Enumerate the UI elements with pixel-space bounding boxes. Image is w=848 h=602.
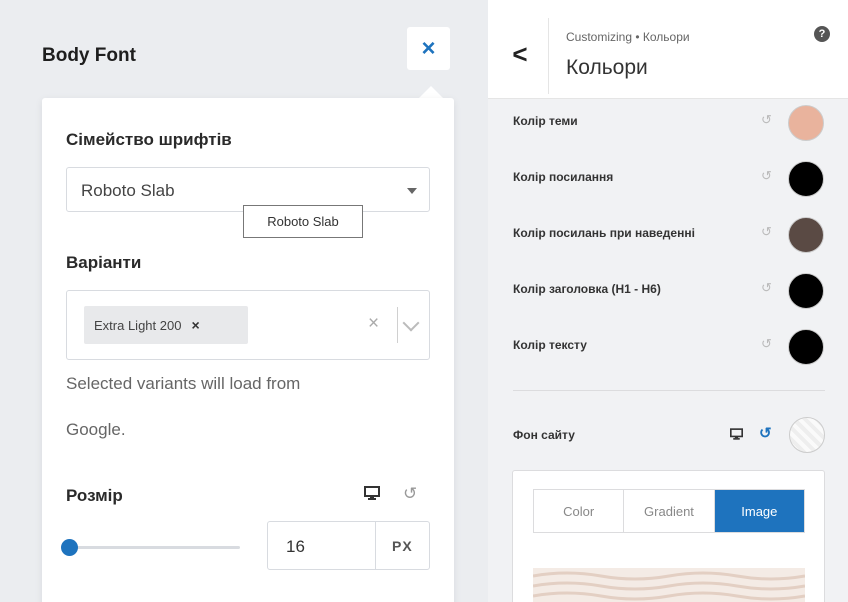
desktop-icon[interactable] [730, 428, 743, 440]
tab-gradient[interactable]: Gradient [624, 490, 715, 532]
variants-help-line1: Selected variants will load from [66, 374, 301, 393]
size-number-field[interactable]: 16 PX [267, 521, 430, 570]
variants-label: Варіанти [66, 253, 142, 272]
color-row: Колір теми ↺ [513, 105, 833, 141]
back-button[interactable]: < [498, 32, 542, 76]
help-icon[interactable]: ? [814, 26, 830, 42]
color-row: Колір посилання ↺ [513, 161, 833, 197]
chip-remove-icon[interactable]: × [191, 317, 199, 333]
color-label: Колір посилань при наведенні [513, 226, 695, 240]
reset-icon[interactable]: ↺ [761, 336, 772, 352]
color-label: Колір тексту [513, 338, 587, 352]
reset-icon[interactable]: ↺ [759, 424, 772, 442]
color-swatch[interactable] [788, 161, 824, 197]
reset-icon[interactable]: ↺ [761, 280, 772, 296]
unit-separator [375, 522, 376, 569]
size-label: Розмір [66, 486, 123, 505]
close-icon: × [421, 34, 436, 62]
color-swatch[interactable] [788, 329, 824, 365]
color-swatch[interactable] [788, 105, 824, 141]
breadcrumb: Customizing • Кольори [566, 30, 690, 44]
size-slider-track[interactable] [68, 546, 240, 549]
font-tooltip: Roboto Slab [243, 205, 363, 238]
font-family-value: Roboto Slab [81, 181, 175, 200]
reset-icon[interactable]: ↺ [761, 168, 772, 184]
color-swatch[interactable] [788, 217, 824, 253]
variants-help-line2: Google. [66, 420, 126, 439]
popover-title: Body Font [42, 45, 136, 66]
background-swatch[interactable] [789, 417, 825, 453]
chevron-left-icon: < [512, 38, 528, 69]
color-row: Колір посилань при наведенні ↺ [513, 217, 833, 253]
color-row: Колір тексту ↺ [513, 329, 833, 365]
reset-icon[interactable]: ↺ [761, 112, 772, 128]
desktop-icon[interactable] [364, 486, 380, 500]
site-background-label: Фон сайту [513, 428, 575, 442]
background-image-preview [533, 568, 805, 602]
color-row: Колір заголовка (H1 - H6) ↺ [513, 273, 833, 309]
variants-multiselect[interactable]: Extra Light 200 × × [66, 290, 430, 360]
size-value[interactable]: 16 [286, 537, 305, 557]
variant-chip: Extra Light 200 × [84, 306, 248, 344]
color-swatch[interactable] [788, 273, 824, 309]
header-separator [548, 18, 549, 94]
chevron-down-icon [407, 188, 417, 194]
color-label: Колір теми [513, 114, 578, 128]
tab-image[interactable]: Image [714, 490, 804, 532]
font-family-label: Сімейство шрифтів [66, 130, 232, 149]
reset-icon[interactable]: ↺ [761, 224, 772, 240]
variant-chip-label: Extra Light 200 [94, 317, 182, 333]
background-type-tabs: Color Gradient Image [533, 489, 805, 533]
chevron-down-icon[interactable] [402, 314, 420, 332]
section-divider [513, 390, 825, 391]
close-button[interactable]: × [407, 27, 450, 70]
size-unit[interactable]: PX [392, 538, 413, 554]
tab-color[interactable]: Color [534, 490, 625, 532]
customizer-header [488, 0, 848, 99]
color-label: Колір заголовка (H1 - H6) [513, 282, 661, 296]
reset-icon[interactable]: ↺ [403, 484, 417, 504]
clear-icon[interactable]: × [368, 313, 379, 335]
multiselect-separator [397, 307, 398, 343]
section-title: Кольори [566, 56, 648, 79]
color-label: Колір посилання [513, 170, 614, 184]
size-slider-handle[interactable] [61, 539, 78, 556]
